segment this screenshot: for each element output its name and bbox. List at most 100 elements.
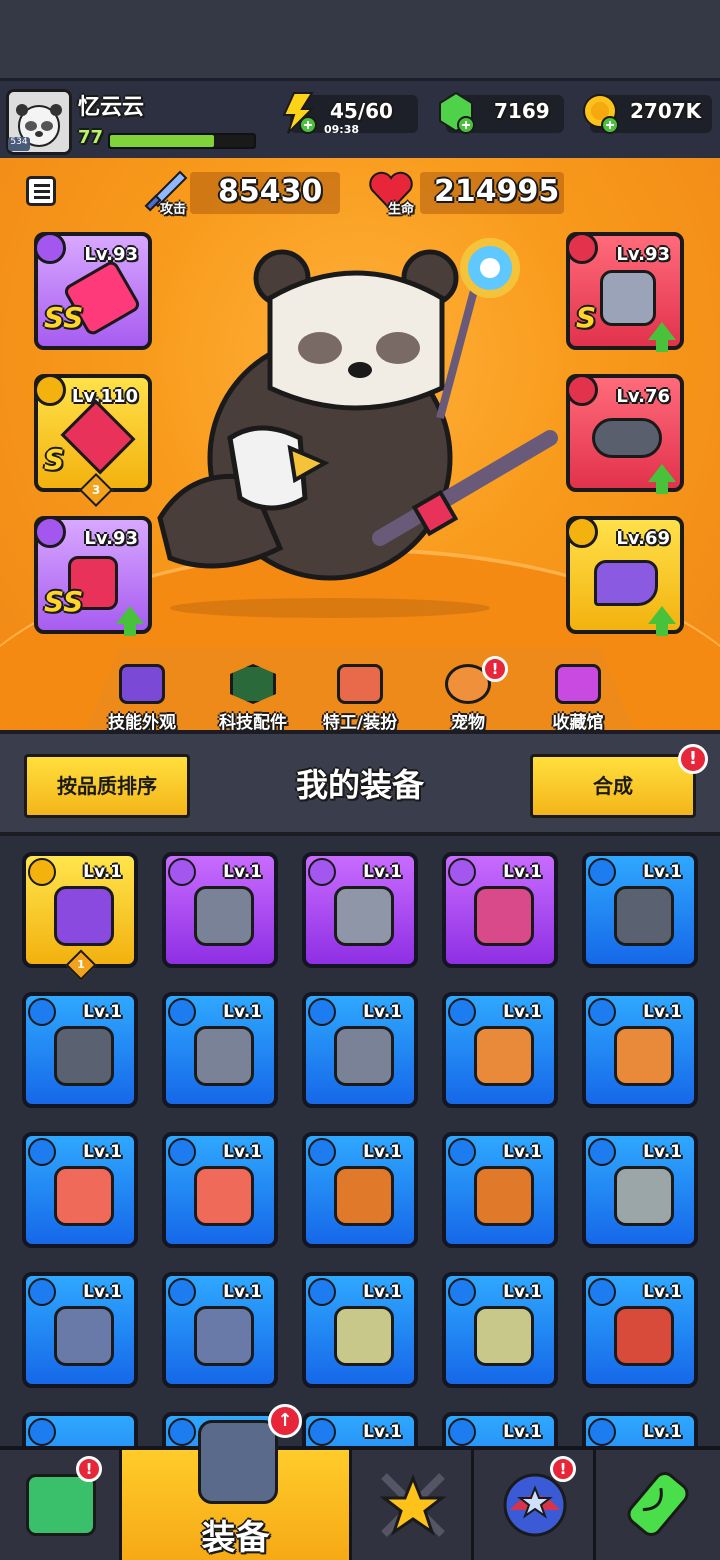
vest-icon — [54, 1166, 114, 1226]
equipment-item[interactable]: Lv.1 — [162, 1272, 278, 1388]
menu-icon[interactable] — [26, 176, 56, 206]
item-type-icon — [28, 1418, 56, 1446]
equipment-item[interactable]: Lv.1 — [302, 1272, 418, 1388]
equipment-item[interactable]: Lv.1 — [302, 1132, 418, 1248]
equipment-item[interactable]: Lv.1 — [582, 1412, 698, 1446]
slot-level: Lv.76 — [616, 386, 670, 407]
upgrade-arrow-icon — [648, 464, 676, 494]
chestplate-icon — [54, 1306, 114, 1366]
star-count-badge: 1 — [65, 949, 97, 981]
equip-slot-weapon[interactable]: Lv.93 SS — [34, 232, 152, 350]
equipment-item[interactable]: Lv.1 — [442, 992, 558, 1108]
equipment-item[interactable]: Lv.1 — [442, 1272, 558, 1388]
equipment-item[interactable]: Lv.1 — [302, 852, 418, 968]
shop-icon — [26, 1474, 96, 1536]
nav-gene[interactable] — [596, 1450, 720, 1560]
nav-talents[interactable]: ! — [474, 1450, 596, 1560]
equipment-item[interactable]: Lv.1 — [442, 852, 558, 968]
gold-counter[interactable]: 2707K — [583, 94, 712, 134]
item-type-icon — [28, 858, 56, 886]
feature-skill-skin[interactable]: 技能外观 — [92, 664, 192, 730]
item-level: Lv.1 — [363, 862, 402, 882]
hp-label: 生命 — [388, 202, 415, 217]
sneaker-icon — [594, 560, 658, 606]
equip-slot-necklace[interactable]: Lv.110 S 3 — [34, 374, 152, 507]
bottom-nav: ! 装备 ↑ ! — [0, 1404, 720, 1560]
item-type-icon — [588, 1278, 616, 1306]
equipment-item[interactable]: Lv.1 — [582, 992, 698, 1108]
nav-battle[interactable] — [352, 1450, 474, 1560]
item-type-icon — [448, 858, 476, 886]
equipment-item[interactable]: Lv.1 — [22, 1272, 138, 1388]
xp-fill — [110, 135, 214, 147]
equipment-item[interactable]: Lv.1 — [162, 992, 278, 1108]
nav-shop[interactable]: ! — [0, 1450, 122, 1560]
chestplate-icon — [194, 1306, 254, 1366]
equipment-item[interactable]: Lv.1 — [162, 852, 278, 968]
equipment-item[interactable]: Lv.1 — [22, 1132, 138, 1248]
battle-star-icon — [379, 1473, 447, 1537]
item-type-icon — [168, 858, 196, 886]
feature-label: 收藏馆 — [552, 713, 604, 730]
equipment-item[interactable] — [22, 1412, 138, 1446]
armor-type-icon — [566, 232, 598, 264]
attack-value: 85430 — [218, 174, 323, 209]
equipment-title: 我的装备 — [295, 766, 424, 804]
equipment-item[interactable]: Lv.1 — [302, 1412, 418, 1446]
equipment-item[interactable]: Lv.1 1 — [22, 852, 138, 981]
item-type-icon — [588, 1418, 616, 1446]
item-type-icon — [308, 858, 336, 886]
item-type-icon — [588, 1138, 616, 1166]
item-level: Lv.1 — [83, 1282, 122, 1302]
equipment-item[interactable]: Lv.1 — [22, 992, 138, 1108]
item-level: Lv.1 — [83, 1002, 122, 1022]
bone-necklace-icon — [614, 1306, 674, 1366]
slot-grade: S — [44, 443, 65, 476]
slot-grade: SS — [44, 585, 84, 618]
jacket-icon — [334, 1166, 394, 1226]
equipment-item[interactable]: Lv.1 — [582, 1272, 698, 1388]
energy-bolt-icon — [282, 92, 317, 134]
item-level: Lv.1 — [223, 1002, 262, 1022]
energy-counter[interactable]: 45/60 09:38 — [282, 92, 418, 136]
item-level: Lv.1 — [643, 862, 682, 882]
equipment-item[interactable]: Lv.1 — [162, 1132, 278, 1248]
feature-agent-outfit[interactable]: 特工/装扮 — [310, 664, 410, 730]
item-type-icon — [168, 998, 196, 1026]
xp-bar — [108, 133, 256, 149]
equipment-grid: Lv.1 1 Lv.1 Lv.1 Lv.1 Lv.1 Lv.1 Lv.1 Lv.1 Lv.1 Lv.… — [0, 836, 720, 1446]
pet-notification-badge: ! — [482, 656, 508, 682]
item-type-icon — [588, 858, 616, 886]
item-type-icon — [308, 998, 336, 1026]
equip-slot-shoes[interactable]: Lv.69 — [566, 516, 684, 636]
hero-panel: 85430 攻击 214995 生命 Lv.93 SS Lv.110 S 3 L… — [0, 158, 720, 730]
equipment-item[interactable]: Lv.1 — [442, 1132, 558, 1248]
attack-stat: 85430 — [190, 172, 340, 214]
equipment-item[interactable]: Lv.1 — [442, 1412, 558, 1446]
gold-coin-icon — [583, 94, 619, 134]
equipment-item[interactable]: Lv.1 — [302, 992, 418, 1108]
nav-equipment[interactable]: 装备 ↑ — [122, 1404, 352, 1560]
item-level: Lv.1 — [643, 1142, 682, 1162]
feature-collection[interactable]: 收藏馆 — [528, 664, 628, 730]
hat-icon — [119, 664, 165, 704]
item-level: Lv.1 — [363, 1002, 402, 1022]
feature-tech-parts[interactable]: 科技配件 — [203, 664, 303, 730]
equipment-item[interactable]: Lv.1 — [582, 1132, 698, 1248]
revolver-icon — [334, 1026, 394, 1086]
equip-slot-belt[interactable]: Lv.76 — [566, 374, 684, 494]
feature-label: 宠物 — [451, 713, 485, 730]
item-type-icon — [308, 1418, 336, 1446]
equip-slot-gloves[interactable]: Lv.93 SS — [34, 516, 152, 636]
gems-counter[interactable]: 7169 — [439, 91, 564, 134]
merge-button[interactable]: 合成 — [530, 754, 696, 818]
item-level: Lv.1 — [503, 1282, 542, 1302]
revolver-icon — [194, 1026, 254, 1086]
feature-pet[interactable]: 宠物 ! — [418, 656, 518, 730]
equipment-item[interactable]: Lv.1 — [582, 852, 698, 968]
merge-notification-badge: ! — [678, 744, 708, 774]
sort-by-quality-button[interactable]: 按品质排序 — [24, 754, 190, 818]
gems-value: 7169 — [494, 99, 550, 123]
equipment-upgrade-badge: ↑ — [268, 1404, 302, 1438]
equip-slot-armor[interactable]: Lv.93 S — [566, 232, 684, 352]
